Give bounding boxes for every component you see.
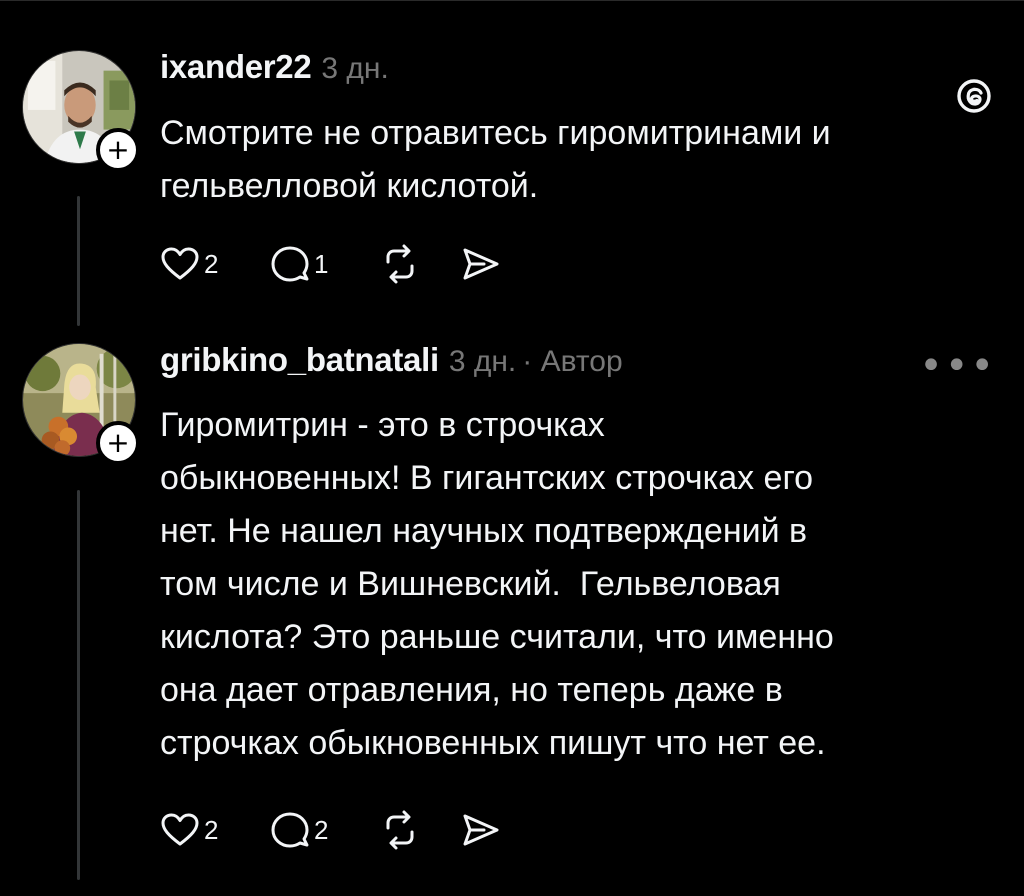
reply-button[interactable]: 2 [268,808,342,852]
post-header: ixander22 3 дн. [160,48,389,88]
like-count: 2 [204,248,219,279]
username[interactable]: gribkino_batnatali [160,341,439,379]
post-actions: 2 1 [158,242,538,286]
thread-connector-line [77,490,80,880]
share-button[interactable] [458,808,502,852]
like-button[interactable]: 2 [158,242,232,286]
heart-icon [161,813,199,846]
repost-icon [386,244,414,284]
top-divider [0,0,1024,8]
reply-count: 2 [314,814,329,845]
heart-icon [161,247,199,280]
repost-button[interactable] [378,242,422,286]
repost-icon [386,810,414,850]
author-badge: · Автор [522,345,623,378]
post-text: Смотрите не отравитесь гиромитринами и г… [160,114,831,205]
reply-count: 1 [314,248,329,279]
reply-button[interactable]: 1 [268,242,342,286]
comment-icon [271,812,309,848]
post-time: 3 дн. [448,345,517,378]
like-count: 2 [204,814,219,845]
post-text: Гиромитрин - это в строчках обыкновенных… [160,406,834,762]
send-icon [463,248,499,280]
comment-icon [271,246,309,282]
repost-button[interactable] [378,808,422,852]
post-actions: 2 2 [158,808,538,852]
thread-connector-line [77,196,80,326]
like-button[interactable]: 2 [158,808,232,852]
username[interactable]: ixander22 [160,48,312,86]
more-options-icon[interactable]: ••• [919,346,996,386]
send-icon [463,814,499,846]
follow-plus-button[interactable]: + [96,128,140,172]
post-header: gribkino_batnatali 3 дн. · Автор [160,341,623,381]
post-time: 3 дн. [321,52,389,85]
share-button[interactable] [458,242,502,286]
follow-plus-button[interactable]: + [96,421,140,465]
